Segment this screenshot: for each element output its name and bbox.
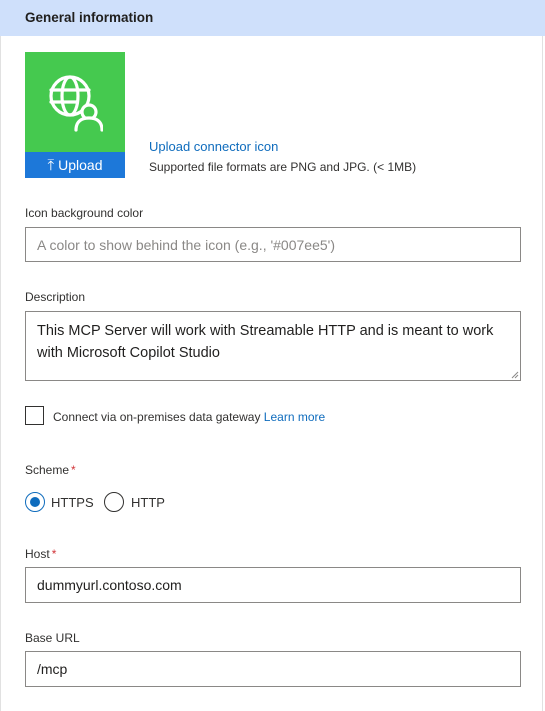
base-url-label: Base URL — [25, 631, 80, 645]
required-marker: * — [51, 547, 57, 561]
section-header: General information — [0, 0, 545, 36]
scheme-label: Scheme * — [25, 463, 76, 477]
host-label: Host * — [25, 547, 56, 561]
required-marker: * — [71, 463, 76, 477]
scheme-https-radio[interactable] — [25, 492, 45, 512]
host-value: dummyurl.contoso.com — [37, 577, 182, 593]
resize-grip-icon[interactable] — [511, 371, 519, 379]
gateway-checkbox[interactable] — [25, 406, 44, 425]
learn-more-link[interactable]: Learn more — [264, 410, 325, 424]
icon-background-color-input[interactable]: A color to show behind the icon (e.g., '… — [25, 227, 521, 262]
description-value: This MCP Server will work with Streamabl… — [37, 323, 494, 361]
section-title: General information — [25, 10, 154, 25]
scheme-https-label: HTTPS — [51, 495, 94, 510]
globe-user-icon — [49, 75, 103, 132]
upload-connector-icon-link[interactable]: Upload connector icon — [149, 139, 278, 154]
base-url-input[interactable]: /mcp — [25, 651, 521, 687]
scheme-http-radio[interactable] — [104, 492, 124, 512]
gateway-label-text: Connect via on-premises data gateway — [53, 410, 261, 424]
icon-background-color-label: Icon background color — [25, 206, 144, 220]
scheme-label-text: Scheme — [25, 463, 70, 477]
connector-icon-preview — [25, 52, 125, 152]
gateway-checkbox-label: Connect via on-premises data gateway Lea… — [53, 410, 325, 424]
upload-button-label: Upload — [58, 157, 103, 173]
upload-button[interactable]: ⤒ Upload — [25, 152, 125, 178]
host-label-text: Host — [25, 547, 50, 561]
base-url-value: /mcp — [37, 661, 68, 677]
scheme-http-label: HTTP — [131, 495, 165, 510]
description-label: Description — [25, 290, 86, 304]
icon-background-color-placeholder: A color to show behind the icon (e.g., '… — [37, 236, 335, 253]
upload-arrow-icon: ⤒ — [47, 156, 55, 174]
upload-format-hint: Supported file formats are PNG and JPG. … — [149, 160, 417, 174]
host-input[interactable]: dummyurl.contoso.com — [25, 567, 521, 603]
description-textarea[interactable]: This MCP Server will work with Streamabl… — [25, 311, 521, 381]
